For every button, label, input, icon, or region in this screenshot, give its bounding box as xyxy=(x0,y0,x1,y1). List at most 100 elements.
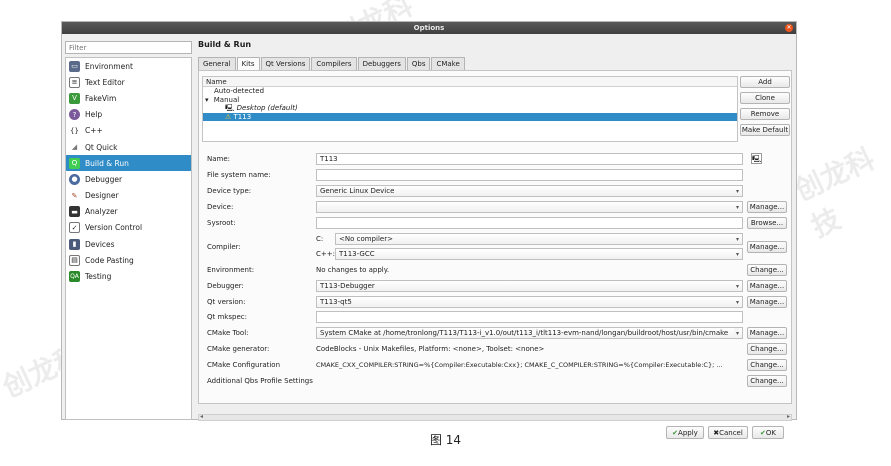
figure-caption: 图 14 xyxy=(429,433,462,447)
sidebar-item-code-pasting[interactable]: ▤ Code Pasting xyxy=(66,252,191,268)
clone-button[interactable]: Clone xyxy=(740,92,790,104)
tree-header: Name xyxy=(203,77,737,87)
tree-row-manual[interactable]: ▾ Manual xyxy=(203,96,737,105)
name-row: Name: T113 🖳 xyxy=(207,153,789,166)
close-icon[interactable]: ✕ xyxy=(785,24,793,32)
cmake-tool-select[interactable]: System CMake at /home/tronlong/T113/T113… xyxy=(316,327,743,339)
remove-button[interactable]: Remove xyxy=(740,108,790,120)
sidebar-item-label: Text Editor xyxy=(85,77,125,87)
version-control-icon: ✓ xyxy=(69,222,80,234)
tab-general[interactable]: General xyxy=(198,57,236,70)
options-dialog: Options ✕ ▭ Environment ≡ Text Editor V … xyxy=(61,21,797,439)
tab-compilers[interactable]: Compilers xyxy=(311,57,357,70)
environment-row: Environment: No changes to apply. Change… xyxy=(207,264,789,277)
sidebar-item-fakevim[interactable]: V FakeVim xyxy=(66,90,191,106)
device-select[interactable]: ▾ xyxy=(316,201,743,213)
qt-version-label: Qt version: xyxy=(207,298,246,306)
compiler-c-value: <No compiler> xyxy=(339,235,393,243)
device-label: Device: xyxy=(207,203,234,211)
tree-row-t113[interactable]: ⚠ T113 xyxy=(203,112,737,121)
name-label: Name: xyxy=(207,155,231,163)
name-field[interactable]: T113 xyxy=(316,153,743,165)
tab-debuggers[interactable]: Debuggers xyxy=(357,57,406,70)
cmake-tool-manage-button[interactable]: Manage... xyxy=(747,327,787,339)
sidebar-item-version-control[interactable]: ✓ Version Control xyxy=(66,220,191,236)
text-editor-icon: ≡ xyxy=(69,76,80,88)
title-bar[interactable]: Options ✕ xyxy=(62,22,796,34)
filter-input[interactable] xyxy=(65,41,192,54)
debugger-icon: ● xyxy=(69,173,80,185)
sidebar-item-label: Code Pasting xyxy=(85,255,134,265)
sidebar-item-help[interactable]: ? Help xyxy=(66,107,191,123)
qbs-profile-change-button[interactable]: Change... xyxy=(747,375,787,387)
chevron-down-icon: ▾ xyxy=(735,188,739,195)
tree-row-desktop[interactable]: 🖳 Desktop (default) xyxy=(203,104,737,113)
debugger-row: Debugger: T113-Debugger ▾ Manage... xyxy=(207,280,789,293)
sidebar-item-qt-quick[interactable]: ◢ Qt Quick xyxy=(66,139,191,155)
monitor-icon: 🖳 xyxy=(225,104,235,112)
scroll-left-icon[interactable]: ◂ xyxy=(200,413,203,420)
sidebar-item-label: FakeVim xyxy=(85,93,117,103)
scroll-right-icon[interactable]: ▸ xyxy=(787,413,790,420)
device-manage-button[interactable]: Manage... xyxy=(747,201,787,213)
tree-row-auto-detected[interactable]: Auto-detected xyxy=(203,87,737,96)
horizontal-scrollbar[interactable]: ◂ ▸ xyxy=(198,413,792,421)
compiler-manage-button[interactable]: Manage... xyxy=(747,241,787,253)
tab-qbs[interactable]: Qbs xyxy=(406,57,431,70)
help-icon: ? xyxy=(69,109,80,121)
device-type-row: Device type: Generic Linux Device ▾ xyxy=(207,185,789,198)
fs-name-field[interactable] xyxy=(316,169,743,181)
environment-label: Environment: xyxy=(207,266,255,274)
cmake-config-label: CMake Configuration xyxy=(207,361,281,369)
sidebar-item-devices[interactable]: ▮ Devices xyxy=(66,236,191,252)
compiler-c-select[interactable]: <No compiler> ▾ xyxy=(335,233,743,245)
device-type-label: Device type: xyxy=(207,187,252,195)
sidebar-item-analyzer[interactable]: ▬ Analyzer xyxy=(66,204,191,220)
compiler-cpp-label: C++: xyxy=(316,250,335,258)
sidebar-item-cpp[interactable]: {} C++ xyxy=(66,123,191,139)
debugger-manage-button[interactable]: Manage... xyxy=(747,280,787,292)
sidebar-item-debugger[interactable]: ● Debugger xyxy=(66,171,191,187)
qtquick-icon: ◢ xyxy=(71,143,78,152)
compiler-label: Compiler: xyxy=(207,243,241,251)
sysroot-field[interactable] xyxy=(316,217,743,229)
sidebar-item-build-run[interactable]: Q Build & Run xyxy=(66,155,191,172)
qt-mkspec-field[interactable] xyxy=(316,311,743,323)
kits-panel: Name Auto-detected ▾ Manual 🖳 Desktop (d… xyxy=(198,70,792,404)
tree-row-label: Desktop (default) xyxy=(236,104,298,112)
chevron-down-icon[interactable]: ▾ xyxy=(205,96,209,104)
sidebar-item-designer[interactable]: ✎ Designer xyxy=(66,188,191,204)
build-run-icon: Q xyxy=(69,157,80,169)
sidebar-item-label: C++ xyxy=(85,126,103,136)
device-type-select[interactable]: Generic Linux Device ▾ xyxy=(316,185,743,197)
compiler-cpp-select[interactable]: T113-GCC ▾ xyxy=(335,248,743,260)
cmake-generator-change-button[interactable]: Change... xyxy=(747,343,787,355)
device-image-icon[interactable]: 🖳 xyxy=(751,153,762,164)
compiler-row: Compiler: C: <No compiler> ▾ C++: T113-G… xyxy=(207,233,789,263)
cmake-tool-value: System CMake at /home/tronlong/T113/T113… xyxy=(320,329,729,337)
fs-name-label: File system name: xyxy=(207,171,271,179)
chevron-down-icon: ▾ xyxy=(735,236,739,243)
page-title: Build & Run xyxy=(198,40,252,49)
chevron-down-icon: ▾ xyxy=(733,328,739,338)
chevron-down-icon: ▾ xyxy=(735,204,739,211)
window-title: Options xyxy=(413,24,445,32)
compiler-c-label: C: xyxy=(316,235,324,243)
qt-version-select[interactable]: T113-qt5 ▾ xyxy=(316,296,743,308)
sidebar-item-environment[interactable]: ▭ Environment xyxy=(66,58,191,74)
sidebar-item-text-editor[interactable]: ≡ Text Editor xyxy=(66,74,191,90)
tab-cmake[interactable]: CMake xyxy=(431,57,465,70)
cmake-config-change-button[interactable]: Change... xyxy=(747,359,787,371)
sidebar-item-testing[interactable]: QA Testing xyxy=(66,268,191,284)
add-button[interactable]: Add xyxy=(740,76,790,88)
tab-qt-versions[interactable]: Qt Versions xyxy=(260,57,311,70)
tab-kits[interactable]: Kits xyxy=(236,57,260,70)
warning-icon: ⚠ xyxy=(225,112,232,121)
environment-change-button[interactable]: Change... xyxy=(747,264,787,276)
make-default-button[interactable]: Make Default xyxy=(740,124,790,136)
qt-version-manage-button[interactable]: Manage... xyxy=(747,296,787,308)
device-row: Device: ▾ Manage... xyxy=(207,201,789,214)
sysroot-browse-button[interactable]: Browse... xyxy=(747,217,787,229)
qt-version-value: T113-qt5 xyxy=(320,298,352,306)
debugger-select[interactable]: T113-Debugger ▾ xyxy=(316,280,743,292)
